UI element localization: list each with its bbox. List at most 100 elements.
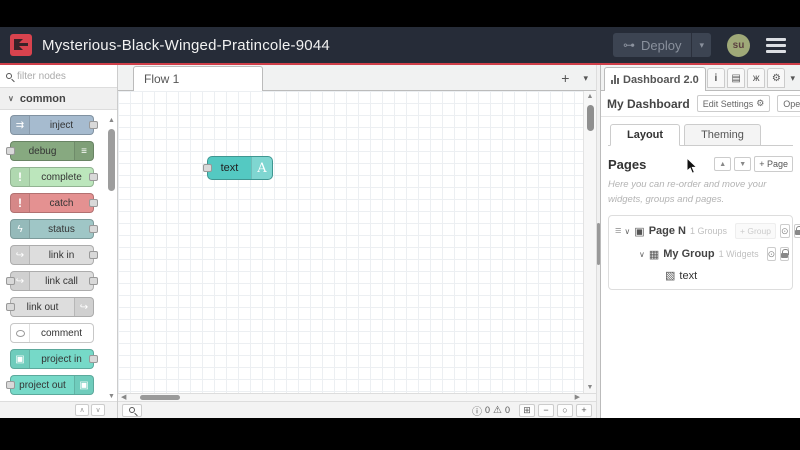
splitter-grip[interactable] — [597, 223, 600, 265]
tab-info[interactable]: i — [706, 68, 725, 88]
canvas-vscroll-thumb[interactable] — [587, 105, 594, 131]
scroll-down-icon[interactable]: ▼ — [107, 393, 116, 400]
move-page-down-button[interactable]: ▼ — [734, 157, 752, 171]
node-input-port[interactable] — [6, 303, 15, 311]
palette-node-label: link in — [48, 249, 75, 261]
palette-node-label: complete — [41, 171, 82, 183]
canvas-horizontal-scrollbar[interactable]: ◀ ▶ — [118, 393, 596, 401]
palette-category-common[interactable]: ∨ common — [0, 88, 117, 110]
node-palette: ∨ common ⇉ inject debug ≡ ! complete ! catch ϟ st… — [0, 65, 118, 418]
node-output-port[interactable] — [89, 121, 98, 129]
flow-node-text[interactable]: text A — [203, 156, 273, 180]
screen: { "header": { "title": "Mysterious-Black… — [0, 0, 800, 450]
drag-handle-icon[interactable]: ≡ — [615, 225, 622, 237]
add-page-button[interactable]: + Page — [754, 156, 793, 172]
palette-node-status[interactable]: ϟ status — [10, 219, 98, 239]
palette-scrollbar-thumb[interactable] — [108, 129, 115, 191]
deploy-button[interactable]: ⊶ Deploy ▾ — [613, 33, 711, 57]
chevron-down-icon[interactable]: ∨ — [639, 250, 645, 259]
project-logo-icon: ▣ — [74, 376, 93, 394]
scroll-left-icon[interactable]: ◀ — [121, 393, 126, 401]
node-output-port[interactable] — [89, 355, 98, 363]
palette-node-label: debug — [28, 145, 57, 157]
canvas-hscroll-thumb[interactable] — [140, 395, 180, 400]
palette-search[interactable] — [0, 65, 117, 89]
node-output-port[interactable] — [89, 173, 98, 181]
flow-list-caret[interactable]: ▾ — [583, 73, 588, 84]
node-input-port[interactable] — [203, 164, 212, 172]
flow-tab-flow1[interactable]: Flow 1 — [133, 66, 263, 91]
edit-settings-button[interactable]: Edit Settings ⚙ — [696, 95, 771, 112]
sidebar-splitter[interactable] — [596, 65, 600, 418]
toggle-navigator-button[interactable]: ⊞ — [519, 403, 535, 417]
palette-node-debug[interactable]: debug ≡ — [6, 141, 94, 161]
node-output-port[interactable] — [89, 225, 98, 233]
palette-footer: ∧ ∨ — [0, 401, 117, 418]
deploy-options-caret[interactable]: ▾ — [691, 33, 711, 57]
zoom-out-button[interactable]: − — [538, 403, 554, 417]
tab-theming[interactable]: Theming — [684, 124, 761, 145]
scroll-right-icon[interactable]: ▶ — [575, 393, 580, 401]
deploy-button-main[interactable]: ⊶ Deploy — [613, 38, 691, 53]
scroll-up-icon[interactable]: ▲ — [107, 117, 116, 124]
palette-node-link-call[interactable]: ↪ link call — [6, 271, 98, 291]
notification-counts: ⓘ 0 ⚠ 0 — [472, 403, 510, 418]
comment-bubble-icon — [11, 324, 30, 342]
warning-icon[interactable]: ⚠ — [493, 405, 502, 416]
tree-row-group[interactable]: ∨ ▦ My Group 1 Widgets ⊙ — [613, 243, 790, 265]
scroll-up-icon[interactable]: ▲ — [584, 93, 596, 100]
add-group-button[interactable]: + Group — [735, 223, 776, 240]
tree-row-page[interactable]: ≡ ∨ ▣ Page N 1 Groups + Group ⊙ — [613, 219, 800, 243]
info-circle-icon[interactable]: ⓘ — [472, 403, 482, 418]
palette-node-link-in[interactable]: ↪ link in — [10, 245, 98, 265]
palette-scrollbar[interactable]: ▲ ▼ — [107, 117, 116, 400]
palette-node-project-in[interactable]: ▣ project in — [10, 349, 98, 369]
tree-row-widget[interactable]: ▧ text — [613, 265, 788, 286]
palette-node-link-out[interactable]: link out ↪ — [6, 297, 94, 317]
book-icon: ▤ — [731, 72, 741, 84]
link-icon: ↪ — [74, 298, 93, 316]
add-flow-button[interactable]: + — [561, 71, 569, 85]
palette-node-label: inject — [49, 119, 74, 131]
chevron-down-icon[interactable]: ∨ — [624, 227, 630, 236]
flow-tabbar: Flow 1 + ▾ — [118, 65, 596, 91]
palette-search-input[interactable] — [17, 70, 97, 82]
page-lock-button[interactable] — [793, 224, 800, 239]
zoom-reset-button[interactable]: ○ — [557, 403, 573, 417]
scroll-down-icon[interactable]: ▼ — [584, 384, 596, 391]
tab-config-nodes[interactable]: ⚙ — [767, 68, 786, 88]
user-avatar[interactable]: su — [727, 33, 750, 57]
group-lock-button[interactable] — [780, 247, 790, 262]
tab-dashboard-2[interactable]: Dashboard 2.0 — [604, 67, 706, 91]
flow-workspace[interactable]: text A ▲ ▼ — [118, 91, 596, 393]
canvas-vertical-scrollbar[interactable]: ▲ ▼ — [583, 91, 596, 393]
group-visibility-button[interactable]: ⊙ — [766, 247, 777, 262]
palette-node-complete[interactable]: ! complete — [10, 167, 98, 187]
palette-node-comment[interactable]: comment — [10, 323, 94, 343]
move-page-up-button[interactable]: ▲ — [714, 157, 732, 171]
node-output-port[interactable] — [89, 199, 98, 207]
flow-node-label: text — [220, 162, 239, 174]
main-menu-button[interactable] — [766, 37, 786, 53]
palette-collapse-all-button[interactable]: ∧ — [75, 404, 89, 416]
palette-node-inject[interactable]: ⇉ inject — [10, 115, 98, 135]
deploy-button-label: Deploy — [641, 37, 682, 53]
node-input-port[interactable] — [6, 381, 15, 389]
node-red-logo-icon — [10, 34, 32, 56]
palette-node-catch[interactable]: ! catch — [10, 193, 98, 213]
palette-node-project-out[interactable]: project out ▣ — [6, 375, 94, 395]
node-output-port[interactable] — [89, 277, 98, 285]
search-flows-button[interactable] — [122, 403, 142, 417]
tab-debug[interactable]: ж — [747, 68, 766, 88]
palette-expand-all-button[interactable]: ∨ — [91, 404, 105, 416]
sidebar-tabs-caret[interactable]: ▾ — [790, 73, 795, 84]
widget-image-icon: ▧ — [665, 270, 676, 283]
open-dashboard-button[interactable]: Open Dashboard ↗ — [777, 95, 800, 112]
zoom-in-button[interactable]: + — [576, 403, 592, 417]
node-input-port[interactable] — [6, 147, 15, 155]
tab-layout[interactable]: Layout — [610, 124, 681, 146]
page-visibility-button[interactable]: ⊙ — [779, 224, 790, 239]
node-output-port[interactable] — [89, 251, 98, 259]
tab-help[interactable]: ▤ — [726, 68, 746, 88]
node-input-port[interactable] — [6, 277, 15, 285]
